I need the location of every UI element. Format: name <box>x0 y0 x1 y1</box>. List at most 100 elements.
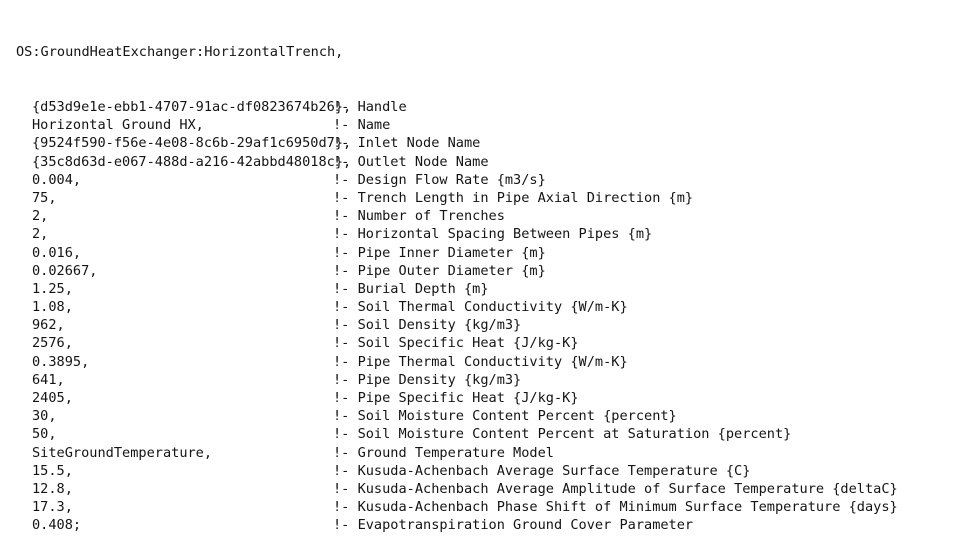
idf-field-comment: !- Soil Density {kg/m3} <box>333 316 521 334</box>
idf-field-comment: !- Burial Depth {m} <box>333 280 489 298</box>
idf-comment-gap <box>349 426 357 442</box>
idf-comment-text: Soil Moisture Content Percent at Saturat… <box>357 426 792 443</box>
idf-field-value: Horizontal Ground HX, <box>32 117 204 134</box>
idf-comment-text: Soil Moisture Content Percent {percent} <box>357 408 677 425</box>
idf-field-line: 30, !- Soil Moisture Content Percent {per… <box>0 407 960 425</box>
idf-field-line: 17.3, !- Kusuda-Achenbach Phase Shift of … <box>0 498 960 516</box>
idf-comment-gap <box>349 517 357 533</box>
idf-field-value: 1.25, <box>32 280 73 297</box>
idf-field-value: 641, <box>32 371 65 388</box>
idf-comment-gap <box>349 445 357 461</box>
idf-field-line: 641, !- Pipe Density {kg/m3} <box>0 371 960 389</box>
idf-comment-gap <box>349 335 357 351</box>
idf-comment-marker: !- <box>333 517 350 534</box>
idf-comment-text: Evapotranspiration Ground Cover Paramete… <box>357 517 694 534</box>
idf-field-line: 962, !- Soil Density {kg/m3} <box>0 316 960 334</box>
idf-comment-text: Trench Length in Pipe Axial Direction {m… <box>357 189 694 206</box>
idf-comment-marker: !- <box>333 480 350 497</box>
idf-field-value: 15.5, <box>32 462 73 479</box>
idf-comment-text: Outlet Node Name <box>357 153 489 170</box>
idf-field-value: 1.08, <box>32 299 73 316</box>
idf-field-value: 17.3, <box>32 499 73 516</box>
idf-field-line: 50, !- Soil Moisture Content Percent at S… <box>0 425 960 443</box>
idf-field-line: 1.25, !- Burial Depth {m} <box>0 280 960 298</box>
idf-comment-gap <box>349 226 357 242</box>
idf-field-line: 15.5, !- Kusuda-Achenbach Average Surface… <box>0 462 960 480</box>
idf-comment-marker: !- <box>333 135 350 152</box>
idf-comment-text: Inlet Node Name <box>357 135 481 152</box>
idf-comment-gap <box>349 317 357 333</box>
idf-comment-gap <box>349 354 357 370</box>
idf-comment-gap <box>349 299 357 315</box>
idf-comment-text: Kusuda-Achenbach Average Amplitude of Su… <box>357 480 898 497</box>
idf-field-value: {9524f590-f56e-4e08-8c6b-29af1c6950d7}, <box>32 135 352 152</box>
idf-comment-marker: !- <box>333 499 350 516</box>
idf-field-line: 0.004, !- Design Flow Rate {m3/s} <box>0 171 960 189</box>
idf-comment-text: Soil Thermal Conductivity {W/m-K} <box>357 299 628 316</box>
idf-field-comment: !- Soil Thermal Conductivity {W/m-K} <box>333 298 628 316</box>
idf-comment-marker: !- <box>333 444 350 461</box>
idf-field-comment: !- Soil Specific Heat {J/kg-K} <box>333 334 579 352</box>
idf-comment-marker: !- <box>333 189 350 206</box>
idf-field-line: 2, !- Horizontal Spacing Between Pipes {m… <box>0 225 960 243</box>
idf-field-line: 0.3895, !- Pipe Thermal Conductivity {W/m… <box>0 353 960 371</box>
idf-comment-marker: !- <box>333 408 350 425</box>
idf-comment-gap <box>349 463 357 479</box>
idf-field-line: 75, !- Trench Length in Pipe Axial Direct… <box>0 189 960 207</box>
idf-comment-marker: !- <box>333 99 350 115</box>
idf-field-line: 2405, !- Pipe Specific Heat {J/kg-K} <box>0 389 960 407</box>
idf-comment-gap <box>349 281 357 297</box>
idf-field-comment: !- Evapotranspiration Ground Cover Param… <box>333 516 693 534</box>
idf-field-comment: !- Pipe Density {kg/m3} <box>333 371 521 389</box>
idf-field-value: 75, <box>32 189 57 206</box>
idf-comment-gap <box>349 172 357 188</box>
idf-comment-text: Pipe Density {kg/m3} <box>357 371 522 388</box>
idf-field-comment: !- Name <box>333 116 390 134</box>
idf-comment-text: Pipe Thermal Conductivity {W/m-K} <box>357 353 628 370</box>
idf-comment-text: Pipe Specific Heat {J/kg-K} <box>357 390 579 406</box>
idf-comment-gap <box>349 117 357 133</box>
idf-field-comment: !- Inlet Node Name <box>333 134 480 152</box>
idf-comment-text: Burial Depth {m} <box>357 280 489 297</box>
idf-comment-marker: !- <box>333 371 350 388</box>
idf-comment-text: Design Flow Rate {m3/s} <box>357 171 546 188</box>
idf-comment-gap <box>349 481 357 497</box>
idf-field-comment: !- Kusuda-Achenbach Phase Shift of Minim… <box>333 498 898 516</box>
idf-field-line: 2, !- Number of Trenches <box>0 207 960 225</box>
idf-comment-marker: !- <box>333 426 350 443</box>
idf-comment-text: Ground Temperature Model <box>357 444 554 461</box>
idf-comment-marker: !- <box>333 317 350 334</box>
idf-field-value: 12.8, <box>32 480 73 497</box>
idf-field-value: 0.3895, <box>32 353 90 370</box>
idf-field-comment: !- Number of Trenches <box>333 207 505 225</box>
idf-comment-text: Kusuda-Achenbach Phase Shift of Minimum … <box>357 499 898 516</box>
idf-field-comment: !- Trench Length in Pipe Axial Direction… <box>333 189 693 207</box>
idf-comment-text: Number of Trenches <box>357 208 505 225</box>
idf-comment-marker: !- <box>333 117 350 134</box>
idf-comment-gap <box>349 499 357 515</box>
idf-field-comment: !- Horizontal Spacing Between Pipes {m} <box>333 225 652 243</box>
idf-comment-gap <box>349 190 357 206</box>
idf-comment-gap <box>349 372 357 388</box>
idf-comment-marker: !- <box>333 208 350 225</box>
idf-comment-marker: !- <box>333 226 350 243</box>
idf-comment-text: Pipe Inner Diameter {m} <box>357 244 546 261</box>
idf-field-value: 0.016, <box>32 244 82 261</box>
idf-field-line: 0.02667, !- Pipe Outer Diameter {m} <box>0 262 960 280</box>
idf-comment-marker: !- <box>333 335 350 352</box>
idf-field-comment: !- Ground Temperature Model <box>333 444 554 462</box>
idf-field-value: 0.004, <box>32 171 82 188</box>
idf-field-value: SiteGroundTemperature, <box>32 444 213 461</box>
idf-comment-gap <box>349 263 357 279</box>
idf-comment-gap <box>349 208 357 224</box>
idf-comment-marker: !- <box>333 153 350 170</box>
idf-object-listing: OS:GroundHeatExchanger:HorizontalTrench,… <box>0 7 960 535</box>
idf-field-value: 0.02667, <box>32 262 98 279</box>
idf-field-value: 2, <box>32 226 49 243</box>
idf-comment-text: Kusuda-Achenbach Average Surface Tempera… <box>357 462 751 479</box>
idf-field-value: {35c8d63d-e067-488d-a216-42abbd48018c}, <box>32 153 352 170</box>
idf-field-line: 0.408; !- Evapotranspiration Ground Cover… <box>0 516 960 534</box>
idf-field-value: {d53d9e1e-ebb1-4707-91ac-df0823674b26}, <box>32 99 352 115</box>
idf-comment-marker: !- <box>333 280 350 297</box>
idf-field-value: 50, <box>32 426 57 443</box>
